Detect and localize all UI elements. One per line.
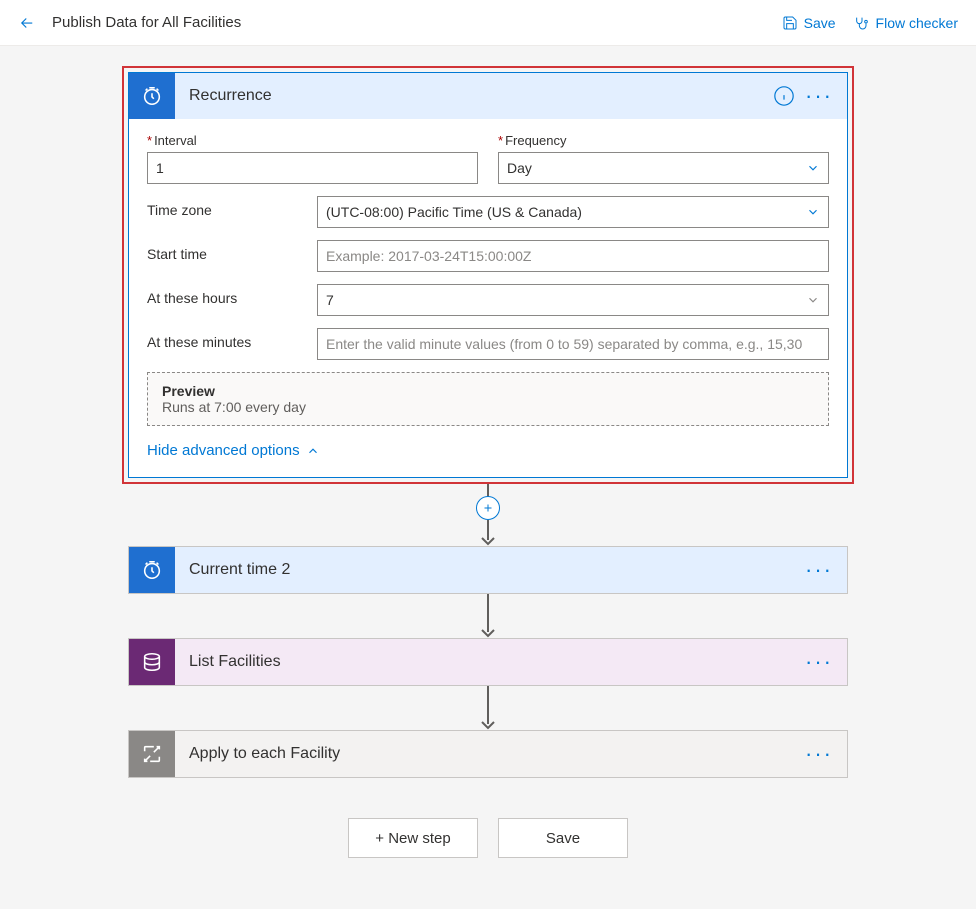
save-icon	[782, 15, 798, 31]
list-facilities-title: List Facilities	[189, 653, 281, 671]
timezone-label: Time zone	[147, 196, 297, 218]
connector-arrow	[478, 686, 498, 730]
atminutes-label: At these minutes	[147, 328, 297, 350]
stethoscope-icon	[854, 15, 870, 31]
apply-to-each-card[interactable]: Apply to each Facility ···	[128, 730, 848, 778]
preview-box: Preview Runs at 7:00 every day	[147, 372, 829, 426]
hide-advanced-link[interactable]: Hide advanced options	[147, 442, 320, 459]
interval-label: Interval	[147, 133, 478, 148]
back-button[interactable]	[18, 14, 36, 32]
hide-advanced-label: Hide advanced options	[147, 442, 300, 459]
preview-title: Preview	[162, 383, 814, 399]
current-time-card[interactable]: Current time 2 ···	[128, 546, 848, 594]
timezone-select[interactable]: (UTC-08:00) Pacific Time (US & Canada)	[317, 196, 829, 228]
chevron-down-icon	[806, 161, 820, 175]
athours-value: 7	[326, 292, 334, 308]
clock-icon	[129, 73, 175, 119]
recurrence-card: Recurrence ··· Interval Frequency	[128, 72, 848, 478]
atminutes-input[interactable]	[317, 328, 829, 360]
current-time-title: Current time 2	[189, 561, 290, 579]
starttime-label: Start time	[147, 240, 297, 262]
connector-arrow	[478, 594, 498, 638]
flow-checker-label: Flow checker	[876, 15, 958, 31]
starttime-input[interactable]	[317, 240, 829, 272]
frequency-select[interactable]: Day	[498, 152, 829, 184]
loop-icon	[129, 731, 175, 777]
save-button-bottom[interactable]: Save	[498, 818, 628, 858]
athours-select[interactable]: 7	[317, 284, 829, 316]
chevron-down-icon	[806, 293, 820, 307]
recurrence-title: Recurrence	[189, 87, 272, 105]
frequency-value: Day	[507, 160, 532, 176]
list-facilities-card[interactable]: List Facilities ···	[128, 638, 848, 686]
recurrence-highlight: Recurrence ··· Interval Frequency	[122, 66, 854, 484]
save-label: Save	[804, 15, 836, 31]
flow-checker-button[interactable]: Flow checker	[854, 15, 958, 31]
info-button[interactable]	[773, 85, 795, 107]
frequency-label: Frequency	[498, 133, 829, 148]
connector-arrow	[478, 520, 498, 546]
clock-icon	[129, 547, 175, 593]
info-icon	[773, 85, 795, 107]
add-step-button[interactable]	[476, 496, 500, 520]
recurrence-header[interactable]: Recurrence ···	[129, 73, 847, 119]
chevron-up-icon	[306, 444, 320, 458]
database-icon	[129, 639, 175, 685]
timezone-value: (UTC-08:00) Pacific Time (US & Canada)	[326, 204, 582, 220]
new-step-button[interactable]: + New step	[348, 818, 478, 858]
plus-icon	[482, 502, 494, 514]
preview-text: Runs at 7:00 every day	[162, 399, 814, 415]
chevron-down-icon	[806, 205, 820, 219]
athours-label: At these hours	[147, 284, 297, 306]
save-button-top[interactable]: Save	[782, 15, 836, 31]
interval-input[interactable]	[147, 152, 478, 184]
apply-to-each-title: Apply to each Facility	[189, 745, 340, 763]
arrow-left-icon	[18, 14, 36, 32]
page-title: Publish Data for All Facilities	[52, 14, 782, 31]
